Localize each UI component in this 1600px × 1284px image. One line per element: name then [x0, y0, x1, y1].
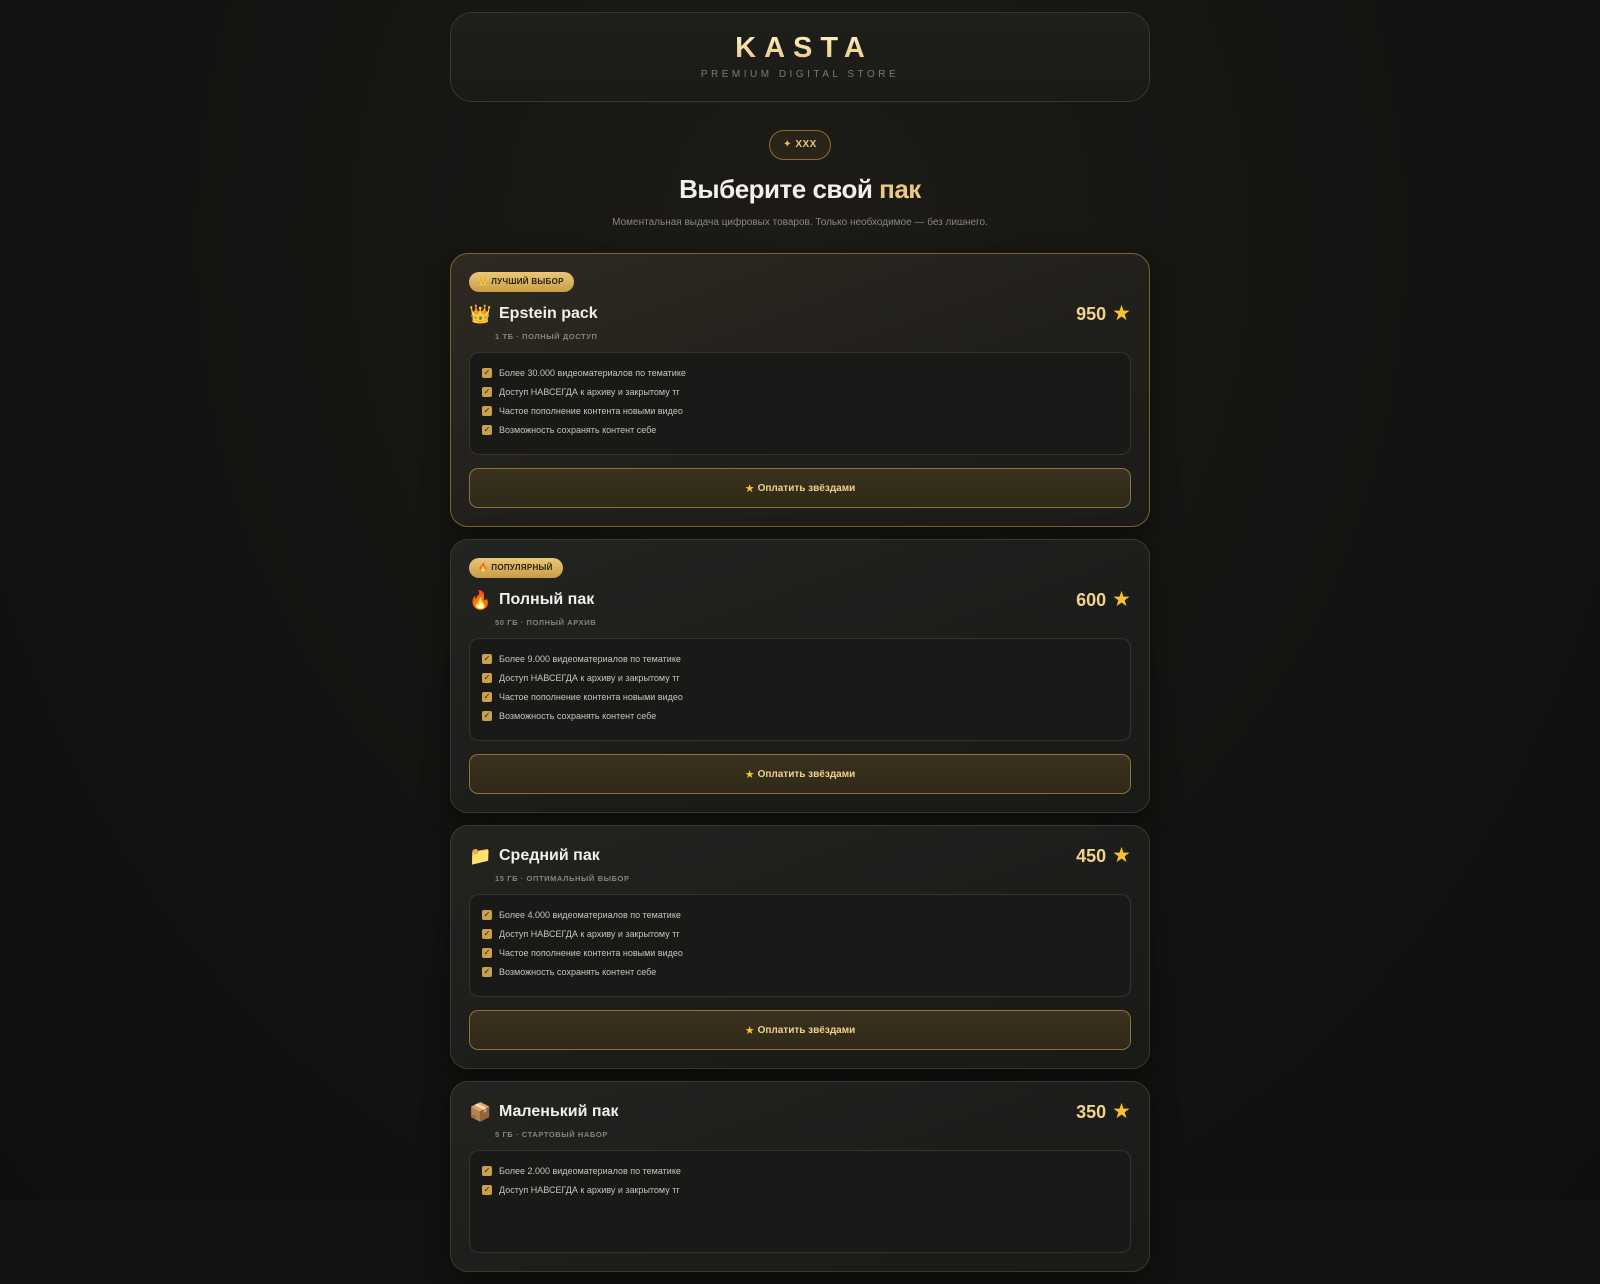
- pack-price: 600 ★: [1076, 588, 1131, 611]
- pack-price: 950 ★: [1076, 302, 1131, 325]
- category-badge: ✦ XXX: [769, 130, 831, 160]
- box-icon: 📦: [469, 1102, 492, 1122]
- feature-text: Возможность сохранять контент себе: [499, 424, 657, 435]
- pay-button-label: Оплатить звёздами: [757, 1024, 856, 1036]
- feature-item: ✓ Более 2.000 видеоматериалов по тематике: [482, 1161, 1118, 1180]
- pack-price: 350 ★: [1076, 1100, 1131, 1123]
- fire-icon: 🔥: [469, 590, 492, 610]
- price-value: 950: [1076, 303, 1107, 324]
- feature-text: Более 9.000 видеоматериалов по тематике: [499, 653, 681, 664]
- star-icon: ★: [1112, 302, 1131, 325]
- star-icon: ★: [744, 768, 755, 781]
- pack-title: Epstein pack: [499, 305, 598, 322]
- feature-list: ✓ Более 2.000 видеоматериалов по тематике…: [469, 1150, 1131, 1253]
- star-icon: ★: [1112, 844, 1131, 867]
- star-icon: ★: [744, 1024, 755, 1037]
- feature-list: ✓ Более 30.000 видеоматериалов по тематик…: [469, 352, 1131, 455]
- page-container: KASTA PREMIUM DIGITAL STORE ✦ XXX Выбери…: [450, 12, 1150, 1284]
- feature-text: Более 30.000 видеоматериалов по тематике: [499, 367, 686, 378]
- pack-list: 👑 ЛУЧШИЙ ВЫБОР 👑 Epstein pack 950 ★ 1 ТБ …: [450, 253, 1150, 1272]
- page-subtitle: Моментальная выдача цифровых товаров. То…: [612, 217, 988, 228]
- check-icon: ✓: [482, 947, 492, 958]
- feature-item: ✓ Возможность сохранять контент себе: [482, 962, 1118, 981]
- check-icon: ✓: [482, 966, 492, 977]
- check-icon: ✓: [482, 653, 492, 664]
- pay-button-label: Оплатить звёздами: [757, 768, 856, 780]
- crown-icon: 👑: [478, 277, 489, 286]
- crown-icon: 👑: [469, 304, 492, 324]
- feature-text: Доступ НАВСЕГДА к архиву и закрытому тг: [499, 928, 680, 939]
- feature-item: ✓ Доступ НАВСЕГДА к архиву и закрытому тг: [482, 668, 1118, 687]
- check-icon: ✓: [482, 928, 492, 939]
- check-icon: ✓: [482, 909, 492, 920]
- pack-card-medium: 📁 Средний пак 450 ★ 15 ГБ · ОПТИМАЛЬНЫЙ …: [450, 825, 1150, 1069]
- price-value: 600: [1076, 589, 1107, 610]
- feature-text: Доступ НАВСЕГДА к архиву и закрытому тг: [499, 386, 680, 397]
- pack-meta: 15 ГБ · ОПТИМАЛЬНЫЙ ВЫБОР: [495, 874, 630, 883]
- fire-icon: 🔥: [478, 563, 489, 572]
- pack-meta: 1 ТБ · ПОЛНЫЙ ДОСТУП: [495, 332, 598, 341]
- feature-text: Более 2.000 видеоматериалов по тематике: [499, 1165, 681, 1176]
- pack-price: 450 ★: [1076, 844, 1131, 867]
- pack-title: Маленький пак: [499, 1103, 619, 1120]
- pack-card-small: 📦 Маленький пак 350 ★ 5 ГБ · СТАРТОВЫЙ Н…: [450, 1081, 1150, 1272]
- store-tagline: PREMIUM DIGITAL STORE: [700, 69, 900, 80]
- page-title-main: Выберите свой: [679, 174, 873, 204]
- pack-title: Полный пак: [499, 591, 595, 608]
- popular-badge: 🔥 ПОПУЛЯРНЫЙ: [469, 558, 563, 578]
- feature-item: ✓ Частое пополнение контента новыми видео: [482, 943, 1118, 962]
- page-title-accent: пак: [879, 174, 921, 204]
- feature-text: Частое пополнение контента новыми видео: [499, 691, 683, 702]
- feature-item: ✓ Более 9.000 видеоматериалов по тематике: [482, 649, 1118, 668]
- check-icon: ✓: [482, 386, 492, 397]
- badge-label: ПОПУЛЯРНЫЙ: [491, 563, 553, 572]
- pay-stars-button[interactable]: ★ Оплатить звёздами: [469, 754, 1131, 794]
- folder-icon: 📁: [469, 846, 492, 866]
- feature-text: Частое пополнение контента новыми видео: [499, 405, 683, 416]
- badge-label: ЛУЧШИЙ ВЫБОР: [491, 277, 564, 286]
- check-icon: ✓: [482, 405, 492, 416]
- pack-meta: 50 ГБ · ПОЛНЫЙ АРХИВ: [495, 618, 597, 627]
- pack-title: Средний пак: [499, 847, 600, 864]
- page-title: Выберите свой пак: [450, 174, 1150, 205]
- feature-item: ✓ Доступ НАВСЕГДА к архиву и закрытому тг: [482, 382, 1118, 401]
- pack-meta: 5 ГБ · СТАРТОВЫЙ НАБОР: [495, 1130, 608, 1139]
- pay-stars-button[interactable]: ★ Оплатить звёздами: [469, 1010, 1131, 1050]
- pack-card-epstein: 👑 ЛУЧШИЙ ВЫБОР 👑 Epstein pack 950 ★ 1 ТБ …: [450, 253, 1150, 527]
- star-icon: ★: [744, 482, 755, 495]
- feature-item: ✓ Частое пополнение контента новыми видео: [482, 401, 1118, 420]
- check-icon: ✓: [482, 1165, 492, 1176]
- feature-text: Частое пополнение контента новыми видео: [499, 947, 683, 958]
- price-value: 450: [1076, 845, 1107, 866]
- feature-item: ✓ Более 4.000 видеоматериалов по тематике: [482, 905, 1118, 924]
- feature-text: Более 4.000 видеоматериалов по тематике: [499, 909, 681, 920]
- feature-item: ✓ Возможность сохранять контент себе: [482, 420, 1118, 439]
- check-icon: ✓: [482, 672, 492, 683]
- star-icon: ★: [1112, 1100, 1131, 1123]
- feature-item: ✓ Доступ НАВСЕГДА к архиву и закрытому тг: [482, 924, 1118, 943]
- feature-list: ✓ Более 9.000 видеоматериалов по тематике…: [469, 638, 1131, 741]
- pay-stars-button[interactable]: ★ Оплатить звёздами: [469, 468, 1131, 508]
- pack-card-full: 🔥 ПОПУЛЯРНЫЙ 🔥 Полный пак 600 ★ 50 ГБ · П…: [450, 539, 1150, 813]
- check-icon: ✓: [482, 367, 492, 378]
- star-icon: ★: [1112, 588, 1131, 611]
- store-header: KASTA PREMIUM DIGITAL STORE: [450, 12, 1150, 102]
- feature-list: ✓ Более 4.000 видеоматериалов по тематике…: [469, 894, 1131, 997]
- feature-text: Возможность сохранять контент себе: [499, 710, 657, 721]
- check-icon: ✓: [482, 1184, 492, 1195]
- best-choice-badge: 👑 ЛУЧШИЙ ВЫБОР: [469, 272, 574, 292]
- feature-item: ✓ Доступ НАВСЕГДА к архиву и закрытому тг: [482, 1180, 1118, 1199]
- price-value: 350: [1076, 1101, 1107, 1122]
- pay-button-label: Оплатить звёздами: [757, 482, 856, 494]
- feature-item: ✓ Частое пополнение контента новыми видео: [482, 687, 1118, 706]
- feature-text: Возможность сохранять контент себе: [499, 966, 657, 977]
- feature-text: Доступ НАВСЕГДА к архиву и закрытому тг: [499, 672, 680, 683]
- check-icon: ✓: [482, 424, 492, 435]
- check-icon: ✓: [482, 691, 492, 702]
- feature-item: ✓ Более 30.000 видеоматериалов по тематик…: [482, 363, 1118, 382]
- store-logo: KASTA: [451, 32, 1149, 65]
- feature-item: ✓ Возможность сохранять контент себе: [482, 706, 1118, 725]
- feature-text: Доступ НАВСЕГДА к архиву и закрытому тг: [499, 1184, 680, 1195]
- check-icon: ✓: [482, 710, 492, 721]
